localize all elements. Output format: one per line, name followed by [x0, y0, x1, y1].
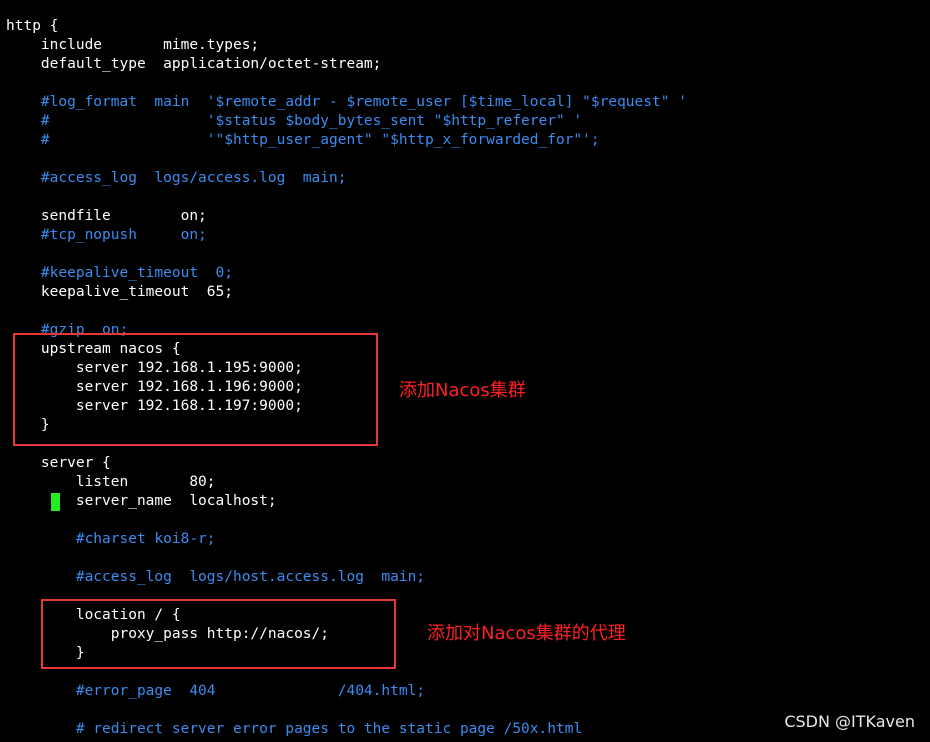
- code-line: #tcp_nopush on;: [6, 227, 207, 243]
- location-highlight-box: [41, 599, 396, 669]
- code-line: # '$status $body_bytes_sent "$http_refer…: [6, 113, 583, 129]
- watermark: CSDN @ITKaven: [784, 712, 915, 731]
- code-line: server_name localhost;: [6, 493, 277, 509]
- code-line: server {: [6, 455, 111, 471]
- proxy-annotation: 添加对Nacos集群的代理: [427, 623, 626, 644]
- text-cursor: [51, 493, 60, 511]
- code-line: sendfile on;: [6, 208, 207, 224]
- code-line: # redirect server error pages to the sta…: [6, 721, 583, 737]
- code-line: #error_page 404 /404.html;: [6, 683, 426, 699]
- code-line: # '"$http_user_agent" "$http_x_forwarded…: [6, 132, 600, 148]
- code-line: include mime.types;: [6, 37, 260, 53]
- code-line: #keepalive_timeout 0;: [6, 265, 233, 281]
- code-line: #access_log logs/access.log main;: [6, 170, 347, 186]
- code-line: default_type application/octet-stream;: [6, 56, 382, 72]
- code-line: keepalive_timeout 65;: [6, 284, 233, 300]
- upstream-annotation: 添加Nacos集群: [399, 380, 526, 401]
- code-line: #charset koi8-r;: [6, 531, 216, 547]
- code-line: listen 80;: [6, 474, 216, 490]
- terminal-window[interactable]: http { include mime.types; default_type …: [0, 0, 930, 742]
- code-line: http {: [6, 18, 59, 34]
- code-line: #access_log logs/host.access.log main;: [6, 569, 426, 585]
- code-line: #log_format main '$remote_addr - $remote…: [6, 94, 687, 110]
- upstream-highlight-box: [13, 333, 378, 446]
